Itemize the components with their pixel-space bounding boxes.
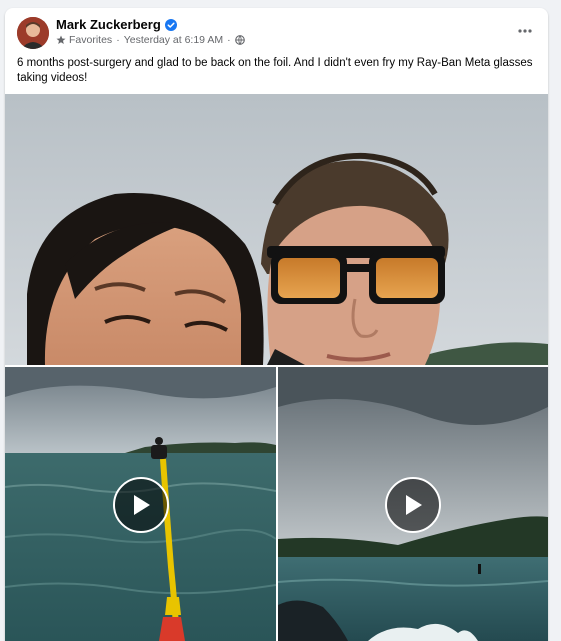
author-name-link[interactable]: Mark Zuckerberg xyxy=(56,17,177,32)
meta-separator-2: · xyxy=(227,34,231,46)
video-thumbnail-1[interactable] xyxy=(5,367,276,641)
more-options-icon xyxy=(518,29,532,33)
meta-separator: · xyxy=(116,34,120,46)
avatar[interactable] xyxy=(17,17,49,49)
more-options-button[interactable] xyxy=(512,20,538,42)
video-thumbnail-2[interactable] xyxy=(278,367,548,641)
post-meta: Favorites · Yesterday at 6:19 AM · xyxy=(56,34,245,46)
selfie-photo[interactable] xyxy=(5,94,548,365)
post-header: Mark Zuckerberg Favorites · Yesterday at… xyxy=(5,8,548,52)
audience-label[interactable]: Favorites xyxy=(69,34,112,46)
star-icon xyxy=(56,35,66,45)
timestamp-link[interactable]: Yesterday at 6:19 AM xyxy=(124,34,223,46)
post-media xyxy=(5,94,548,641)
play-icon xyxy=(403,494,423,516)
author-name[interactable]: Mark Zuckerberg xyxy=(56,17,161,32)
play-button[interactable] xyxy=(385,477,441,533)
post-card: Mark Zuckerberg Favorites · Yesterday at… xyxy=(5,8,548,641)
globe-icon[interactable] xyxy=(234,35,245,45)
play-icon xyxy=(131,494,151,516)
post-text: 6 months post-surgery and glad to be bac… xyxy=(17,57,533,84)
verified-badge-icon xyxy=(164,18,177,31)
play-button[interactable] xyxy=(113,477,169,533)
